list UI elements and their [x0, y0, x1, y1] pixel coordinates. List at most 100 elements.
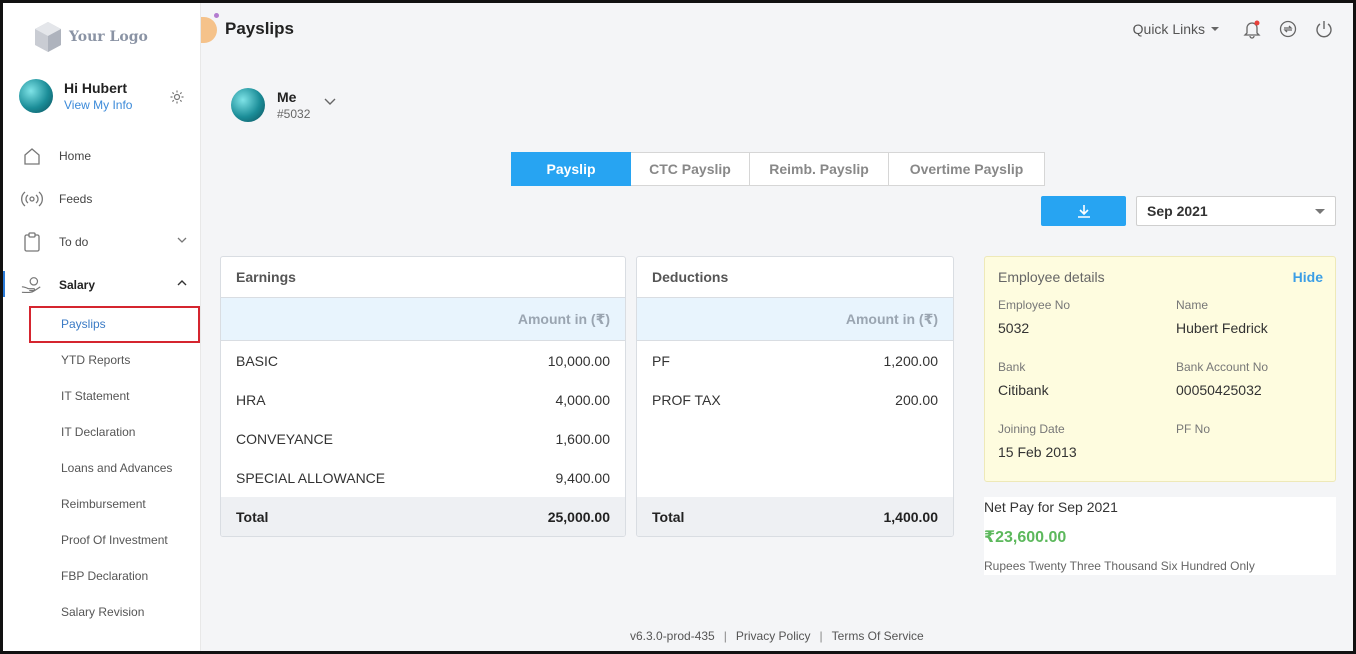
field-label: Bank [998, 360, 1026, 374]
sidebar-item-label: To do [59, 234, 89, 249]
total-label: Total [652, 508, 685, 525]
sidebar-item-feeds[interactable]: Feeds [3, 177, 200, 220]
field-joining-date: Joining Date 15 Feb 2013 [998, 421, 1077, 462]
month-select-value: Sep 2021 [1147, 203, 1208, 219]
avatar[interactable] [19, 79, 53, 113]
earnings-table: Earnings Amount in (₹) BASIC 10,000.00 HR… [220, 256, 626, 537]
sidebar-subitem-ytd-reports[interactable]: YTD Reports [3, 342, 200, 378]
employee-id: #5032 [277, 107, 311, 121]
field-employee-no: Employee No 5032 [998, 297, 1070, 338]
user-profile: Hi Hubert View My Info [19, 79, 189, 113]
quick-links-dropdown[interactable]: Quick Links [1133, 21, 1219, 37]
tab-ctc-payslip[interactable]: CTC Payslip [631, 152, 750, 186]
month-select[interactable]: Sep 2021 [1136, 196, 1336, 226]
net-pay-amount: ₹23,600.00 [984, 529, 1067, 546]
table-row: HRA 4,000.00 [221, 380, 625, 419]
table-row: CONVEYANCE 1,600.00 [221, 419, 625, 458]
download-button[interactable] [1041, 196, 1126, 226]
sidebar-item-todo[interactable]: To do [3, 220, 200, 263]
deductions-title: Deductions [637, 257, 953, 298]
sidebar-subitem-loans-advances[interactable]: Loans and Advances [3, 450, 200, 486]
sidebar-nav: Home Feeds To do Salary Payslips YTD Rep… [3, 134, 200, 630]
sidebar-subitem-label: Proof Of Investment [61, 533, 168, 547]
sidebar-item-label: Salary [59, 277, 96, 292]
footer: v6.3.0-prod-435 | Privacy Policy | Terms… [630, 629, 924, 643]
chevron-down-icon[interactable] [177, 235, 187, 245]
tab-overtime-payslip[interactable]: Overtime Payslip [889, 152, 1045, 186]
sidebar-subitem-label: FBP Declaration [61, 569, 149, 583]
sidebar-subitem-label: IT Statement [61, 389, 130, 403]
earning-amount: 4,000.00 [555, 391, 611, 408]
sidebar-item-home[interactable]: Home [3, 134, 200, 177]
sidebar-subitem-it-statement[interactable]: IT Statement [3, 378, 200, 414]
caret-down-icon [1315, 209, 1325, 214]
sidebar-subitem-reimbursement[interactable]: Reimbursement [3, 486, 200, 522]
sidebar-item-label: Home [59, 148, 92, 163]
sidebar-item-salary[interactable]: Salary [3, 263, 200, 306]
sidebar-subitem-label: IT Declaration [61, 425, 136, 439]
home-icon [21, 145, 43, 167]
earnings-amount-header: Amount in (₹) [221, 298, 625, 341]
greeting: Hi Hubert [64, 80, 127, 96]
chevron-down-icon[interactable] [324, 98, 336, 106]
version-text: v6.3.0-prod-435 [630, 629, 715, 643]
deduction-name: PF [652, 352, 670, 369]
field-bank-account-no: Bank Account No 00050425032 [1176, 359, 1268, 400]
payslip-tabs: Payslip CTC Payslip Reimb. Payslip Overt… [511, 152, 1045, 186]
deductions-table: Deductions Amount in (₹) PF 1,200.00 PROF… [636, 256, 954, 537]
employee-avatar [231, 88, 265, 122]
privacy-policy-link[interactable]: Privacy Policy [736, 629, 811, 643]
earnings-total: 25,000.00 [547, 508, 610, 525]
download-icon [1077, 205, 1090, 218]
sidebar-subitem-it-declaration[interactable]: IT Declaration [3, 414, 200, 450]
power-icon[interactable] [1314, 19, 1334, 39]
sidebar-subitem-label: YTD Reports [61, 353, 131, 367]
deductions-total-row: Total 1,400.00 [637, 497, 953, 536]
tab-payslip[interactable]: Payslip [511, 152, 631, 186]
table-row: SPECIAL ALLOWANCE 9,400.00 [221, 458, 625, 497]
table-row: PROF TAX 200.00 [637, 380, 953, 419]
sidebar-subitem-fbp-declaration[interactable]: FBP Declaration [3, 558, 200, 594]
footer-separator: | [723, 629, 727, 643]
earning-name: BASIC [236, 352, 279, 369]
sidebar-subitem-payslips[interactable]: Payslips [3, 306, 200, 343]
deductions-amount-header: Amount in (₹) [637, 298, 953, 341]
hide-details-link[interactable]: Hide [1293, 269, 1323, 285]
title-decoration [201, 17, 217, 43]
deduction-amount: 1,200.00 [883, 352, 939, 369]
view-my-info-link[interactable]: View My Info [64, 97, 132, 113]
employee-details-panel: Employee details Hide Employee No 5032 N… [984, 256, 1336, 482]
earning-name: SPECIAL ALLOWANCE [236, 469, 386, 486]
gear-icon[interactable] [169, 89, 185, 105]
field-label: Bank Account No [1176, 360, 1269, 374]
sidebar-subitem-label: Salary Revision [61, 605, 145, 619]
field-label: PF No [1176, 422, 1211, 436]
field-value: Hubert Fedrick [1176, 320, 1268, 336]
logo[interactable]: Your Logo [33, 21, 148, 53]
terms-of-service-link[interactable]: Terms Of Service [832, 629, 924, 643]
feeds-icon [21, 188, 43, 210]
deductions-total: 1,400.00 [883, 508, 939, 525]
tab-reimb-payslip[interactable]: Reimb. Payslip [750, 152, 889, 186]
employee-selector[interactable]: Me #5032 [231, 88, 336, 122]
field-label: Employee No [998, 298, 1071, 312]
deduction-name: PROF TAX [652, 391, 721, 408]
field-value: 15 Feb 2013 [998, 444, 1077, 460]
earning-amount: 1,600.00 [555, 430, 611, 447]
field-name: Name Hubert Fedrick [1176, 297, 1268, 338]
earning-name: HRA [236, 391, 266, 408]
sidebar: Your Logo Hi Hubert View My Info Home Fe… [3, 3, 201, 651]
logo-text: Your Logo [69, 29, 148, 45]
sidebar-subitem-proof-of-investment[interactable]: Proof Of Investment [3, 522, 200, 558]
table-row: PF 1,200.00 [637, 341, 953, 380]
employee-name: Me [277, 89, 297, 105]
total-label: Total [236, 508, 269, 525]
sidebar-subitem-salary-revision[interactable]: Salary Revision [3, 594, 200, 630]
chevron-up-icon[interactable] [177, 278, 187, 288]
earnings-total-row: Total 25,000.00 [221, 497, 625, 536]
bell-icon[interactable] [1242, 19, 1262, 39]
switch-icon[interactable] [1278, 19, 1298, 39]
field-value: 5032 [998, 320, 1030, 336]
logo-icon [35, 22, 61, 52]
table-row: BASIC 10,000.00 [221, 341, 625, 380]
